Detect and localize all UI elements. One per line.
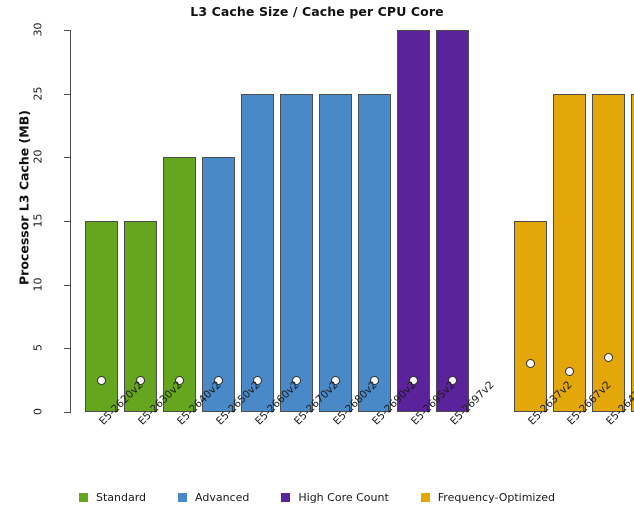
plot-area: [71, 30, 634, 412]
bar[interactable]: [592, 93, 625, 412]
y-tick-mark: [64, 348, 71, 350]
legend-swatch-icon: [178, 492, 188, 502]
bar[interactable]: [202, 157, 235, 412]
y-tick-label: 15: [31, 213, 45, 228]
legend-swatch-icon: [281, 492, 291, 502]
y-axis-title: Processor L3 Cache (MB): [16, 110, 32, 285]
bar[interactable]: [241, 93, 274, 412]
legend-label: Frequency-Optimized: [437, 490, 555, 504]
bar[interactable]: [163, 157, 196, 412]
bar[interactable]: [280, 93, 313, 412]
cache-per-core-marker[interactable]: [565, 366, 574, 376]
y-tick-label: 10: [31, 277, 45, 292]
bar[interactable]: [514, 221, 547, 412]
legend-label: Standard: [95, 490, 147, 504]
bar[interactable]: [397, 30, 430, 412]
y-tick-mark: [64, 30, 71, 31]
chart-title: L3 Cache Size / Cache per CPU Core: [190, 4, 444, 19]
bar[interactable]: [358, 93, 391, 412]
legend-swatch-icon: [78, 492, 88, 502]
bar[interactable]: [319, 93, 352, 412]
cache-per-core-marker[interactable]: [97, 375, 106, 385]
y-tick-label: 0: [31, 408, 45, 415]
y-tick-mark: [64, 412, 71, 413]
legend-item[interactable]: Advanced: [178, 491, 249, 504]
bar[interactable]: [553, 93, 586, 412]
legend-item[interactable]: High Core Count: [281, 490, 389, 504]
y-tick-label: 30: [31, 22, 45, 37]
legend-label: Advanced: [195, 490, 250, 504]
legend-label: High Core Count: [298, 490, 389, 504]
bar[interactable]: [436, 30, 469, 412]
y-tick-label: 20: [31, 149, 45, 164]
legend-item[interactable]: Frequency-Optimized: [420, 490, 555, 504]
legend-swatch-icon: [420, 492, 430, 502]
chart-legend: Standard Advanced High Core Count Frequency…: [0, 487, 634, 507]
y-tick-label: 25: [31, 86, 45, 101]
cache-per-core-marker[interactable]: [604, 352, 613, 362]
y-tick-mark: [64, 157, 71, 159]
chart-container: L3 Cache Size / Cache per CPU Core Proce…: [0, 0, 634, 510]
legend-item[interactable]: Standard: [78, 490, 147, 504]
y-tick-mark: [64, 93, 71, 95]
y-tick-mark: [64, 221, 71, 222]
y-tick-mark: [64, 284, 71, 286]
y-tick-label: 5: [31, 344, 45, 352]
